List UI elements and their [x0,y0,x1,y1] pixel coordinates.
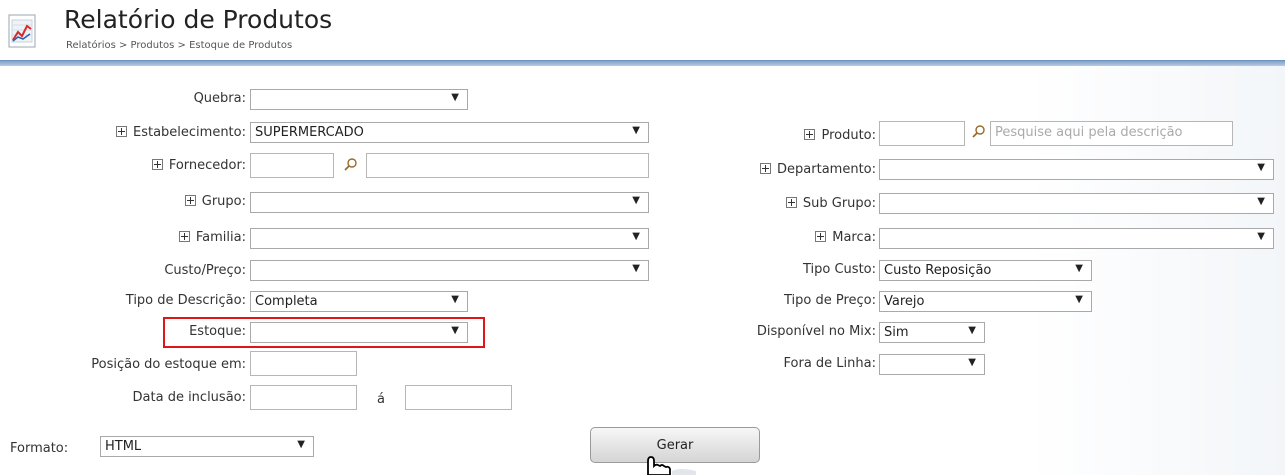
formato-label: Formato: [10,441,69,456]
triangle-down-icon: ▼ [451,294,459,305]
triangle-down-icon: ▼ [1075,263,1083,274]
data-inclusao-label: Data de inclusão: [132,390,246,405]
fornecedor-label: Fornecedor: [60,158,246,173]
formato-select[interactable]: HTML ▼ [100,436,314,457]
magnifier-icon[interactable] [344,158,357,171]
data-inclusao-from-input[interactable] [250,385,357,410]
departamento-label: Departamento: [700,162,876,177]
familia-select[interactable]: ▼ [250,228,649,249]
breadcrumb: Relatórios > Produtos > Estoque de Produ… [66,40,293,51]
posicao-estoque-label: Posição do estoque em: [91,357,246,372]
plus-box-icon[interactable] [785,197,797,208]
sub-grupo-select[interactable]: ▼ [879,193,1274,214]
triangle-down-icon: ▼ [632,263,640,274]
triangle-down-icon: ▼ [1257,196,1265,207]
estoque-label: Estoque: [189,324,246,339]
produto-label: Produto: [730,128,876,143]
plus-box-icon[interactable] [760,163,772,174]
plus-box-icon[interactable] [815,231,827,242]
tipo-custo-select[interactable]: Custo Reposição ▼ [879,260,1092,281]
triangle-down-icon: ▼ [451,325,459,336]
marca-select[interactable]: ▼ [879,228,1274,249]
triangle-down-icon: ▼ [968,325,976,336]
hand-pointer-icon [647,456,696,475]
grupo-label: Grupo: [60,194,246,209]
marca-label: Marca: [700,230,876,245]
estabelecimento-select[interactable]: SUPERMERCADO ▼ [250,122,649,143]
triangle-down-icon: ▼ [451,92,459,103]
disponivel-mix-select[interactable]: Sim ▼ [879,322,985,343]
magnifier-icon[interactable] [972,125,985,138]
familia-label: Familia: [60,230,246,245]
triangle-down-icon: ▼ [632,195,640,206]
page-title: Relatório de Produtos [64,5,333,34]
quebra-label: Quebra: [193,91,246,106]
disponivel-mix-label: Disponível no Mix: [756,324,876,339]
chart-report-icon [8,14,36,48]
plus-box-icon[interactable] [184,195,196,206]
tipo-descricao-select[interactable]: Completa ▼ [250,291,468,312]
sub-grupo-label: Sub Grupo: [700,196,876,211]
departamento-select[interactable]: ▼ [879,159,1274,180]
plus-box-icon[interactable] [804,129,816,140]
tipo-preco-select[interactable]: Varejo ▼ [879,291,1092,312]
triangle-down-icon: ▼ [632,231,640,242]
plus-box-icon[interactable] [115,126,127,137]
fora-linha-label: Fora de Linha: [783,356,876,371]
custo-preco-label: Custo/Preço: [164,263,246,278]
produto-code-input[interactable] [879,121,965,146]
triangle-down-icon: ▼ [1075,294,1083,305]
custo-preco-select[interactable]: ▼ [250,260,649,281]
quebra-select[interactable]: ▼ [250,89,468,110]
fornecedor-code-input[interactable] [250,153,334,178]
page-header: Relatório de Produtos Relatórios > Produ… [0,0,1285,60]
produto-search-input[interactable]: Pesquise aqui pela descrição [990,121,1233,146]
plus-box-icon[interactable] [178,231,190,242]
triangle-down-icon: ▼ [1257,231,1265,242]
triangle-down-icon: ▼ [297,439,305,450]
fornecedor-description-input[interactable] [366,153,649,178]
estoque-select[interactable]: ▼ [250,322,468,343]
data-inclusao-to-input[interactable] [405,385,512,410]
grupo-select[interactable]: ▼ [250,192,649,213]
posicao-estoque-input[interactable] [250,351,357,376]
tipo-descricao-label: Tipo de Descrição: [125,293,246,308]
triangle-down-icon: ▼ [968,357,976,368]
date-range-separator: á [377,392,385,407]
triangle-down-icon: ▼ [1257,162,1265,173]
estabelecimento-label: Estabelecimento: [40,125,246,140]
tipo-preco-label: Tipo de Preço: [783,293,876,308]
fora-linha-select[interactable]: ▼ [879,354,985,375]
triangle-down-icon: ▼ [632,125,640,136]
plus-box-icon[interactable] [151,159,163,170]
tipo-custo-label: Tipo Custo: [802,262,876,277]
